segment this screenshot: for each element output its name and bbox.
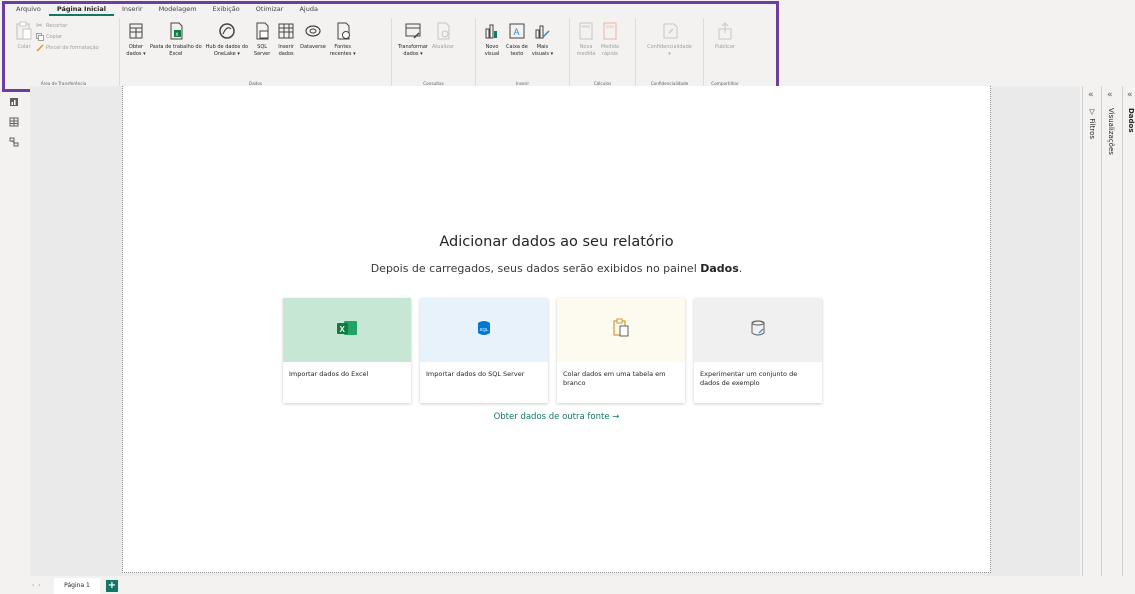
filter-icon: ▽ bbox=[1088, 108, 1096, 119]
shield-icon bbox=[660, 21, 680, 41]
sql-icon: SQL bbox=[476, 319, 492, 341]
database-icon bbox=[126, 21, 146, 41]
svg-text:x: x bbox=[175, 32, 178, 38]
sample-data-card[interactable]: Experimentar um conjunto de dados de exe… bbox=[694, 298, 822, 403]
svg-text:SQL: SQL bbox=[480, 327, 490, 332]
dataverse-icon bbox=[303, 21, 323, 41]
publish-icon bbox=[715, 21, 735, 41]
refresh-icon bbox=[433, 21, 453, 41]
publish-button[interactable]: Publicar bbox=[708, 21, 742, 51]
insert-group: Novo visual A Caixa de texto Mais visuai… bbox=[476, 18, 570, 88]
page-tab[interactable]: Página 1 bbox=[54, 578, 100, 594]
excel-icon: X bbox=[336, 319, 358, 341]
menu-tabs: Arquivo Página Inicial Inserir Modelagem… bbox=[8, 2, 326, 16]
sql-server-button[interactable]: SQL Server bbox=[250, 21, 274, 57]
view-switcher bbox=[6, 92, 22, 147]
queries-group: Transformar dados ▾ Atualizar Consultas bbox=[392, 18, 476, 88]
expand-data-icon[interactable]: « bbox=[1127, 90, 1133, 100]
dataverse-button[interactable]: Dataverse bbox=[298, 21, 328, 51]
transform-icon bbox=[403, 21, 423, 41]
ribbon: Colar ✂ Recortar Copiar Pincel de formata… bbox=[8, 18, 778, 88]
tab-ajuda[interactable]: Ajuda bbox=[291, 2, 325, 16]
tab-exibicao[interactable]: Exibição bbox=[205, 2, 248, 16]
recent-sources-button[interactable]: Fontes recentes ▾ bbox=[328, 21, 358, 57]
add-page-button[interactable]: + bbox=[106, 580, 118, 592]
expand-visualizations-icon[interactable]: « bbox=[1107, 90, 1113, 100]
import-excel-card[interactable]: X Importar dados do Excel bbox=[283, 298, 411, 403]
bar-chart-icon bbox=[482, 21, 502, 41]
empty-state-title: Adicionar dados ao seu relatório bbox=[439, 234, 674, 250]
copy-button[interactable]: Copiar bbox=[36, 33, 99, 41]
tab-inserir[interactable]: Inserir bbox=[114, 2, 151, 16]
excel-workbook-button[interactable]: x Pasta de trabalho do Excel bbox=[148, 21, 204, 57]
refresh-button[interactable]: Atualizar bbox=[430, 21, 456, 51]
clipboard-group: Colar ✂ Recortar Copiar Pincel de formata… bbox=[8, 18, 120, 88]
copy-icon bbox=[36, 33, 44, 41]
report-canvas[interactable]: Adicionar dados ao seu relatório Depois … bbox=[122, 86, 991, 573]
card-header bbox=[694, 298, 822, 362]
import-sql-card[interactable]: SQL Importar dados do SQL Server bbox=[420, 298, 548, 403]
expand-filters-icon[interactable]: « bbox=[1088, 90, 1094, 100]
enter-data-button[interactable]: Inserir dados bbox=[274, 21, 298, 57]
format-painter-button[interactable]: Pincel de formatação bbox=[36, 44, 99, 52]
clipboard-icon bbox=[612, 318, 630, 342]
filters-pane-tab[interactable]: ▽ Filtros bbox=[1088, 108, 1096, 139]
excel-file-icon: x bbox=[166, 21, 186, 41]
onelake-hub-button[interactable]: Hub de dados do OneLake ▾ bbox=[204, 21, 250, 57]
visualizations-pane-tab[interactable]: Visualizações bbox=[1107, 108, 1115, 155]
page-tabs-bar bbox=[0, 578, 1135, 594]
text-box-button[interactable]: A Caixa de texto bbox=[504, 21, 530, 57]
new-visual-button[interactable]: Novo visual bbox=[480, 21, 504, 57]
tab-pagina-inicial[interactable]: Página Inicial bbox=[48, 2, 114, 16]
text-box-icon: A bbox=[507, 21, 527, 41]
table-view-icon[interactable] bbox=[9, 112, 19, 127]
get-data-button[interactable]: Obter dados ▾ bbox=[124, 21, 148, 57]
card-header bbox=[557, 298, 685, 362]
more-visuals-button[interactable]: Mais visuais ▾ bbox=[530, 21, 555, 57]
pane-divider bbox=[1122, 86, 1123, 576]
more-visuals-icon bbox=[532, 21, 552, 41]
card-label: Experimentar um conjunto de dados de exe… bbox=[700, 370, 798, 387]
sample-database-icon bbox=[750, 319, 766, 341]
tab-modelagem[interactable]: Modelagem bbox=[151, 2, 205, 16]
tab-arquivo[interactable]: Arquivo bbox=[8, 2, 49, 16]
data-pane-tab[interactable]: Dados bbox=[1127, 108, 1135, 133]
scissors-icon: ✂ bbox=[36, 21, 43, 30]
cut-button[interactable]: ✂ Recortar bbox=[36, 22, 99, 30]
quick-measure-button[interactable]: Medida rápida bbox=[598, 21, 622, 57]
svg-text:X: X bbox=[340, 325, 346, 334]
report-view-icon[interactable] bbox=[9, 92, 19, 106]
other-source-link[interactable]: Obter dados de outra fonte → bbox=[123, 412, 990, 422]
table-icon bbox=[276, 21, 296, 41]
paste-button[interactable]: Colar bbox=[12, 21, 36, 51]
tab-otimizar[interactable]: Otimizar bbox=[248, 2, 292, 16]
card-header: X bbox=[283, 298, 411, 362]
quick-measure-icon bbox=[600, 21, 620, 41]
model-view-icon[interactable] bbox=[9, 132, 19, 147]
pane-divider bbox=[1082, 86, 1083, 576]
calculator-icon bbox=[576, 21, 596, 41]
share-group: Publicar Compartilhar bbox=[704, 18, 746, 88]
paste-data-card[interactable]: Colar dados em uma tabela em branco bbox=[557, 298, 685, 403]
data-group: Obter dados ▾ x Pasta de trabalho do Exc… bbox=[120, 18, 392, 88]
svg-text:A: A bbox=[513, 27, 519, 37]
empty-state-subtitle: Depois de carregados, seus dados serão e… bbox=[370, 262, 743, 275]
calculations-group: Nova medida Medida rápida Cálculos bbox=[570, 18, 636, 88]
sql-server-icon bbox=[252, 21, 272, 41]
sensitivity-group: Confidencialidade ▾ Confidencialidade bbox=[636, 18, 704, 88]
card-header: SQL bbox=[420, 298, 548, 362]
data-source-cards: X Importar dados do Excel SQL Importar d… bbox=[283, 298, 822, 403]
card-label: Importar dados do Excel bbox=[289, 370, 369, 378]
card-label: Importar dados do SQL Server bbox=[426, 370, 525, 378]
brush-icon bbox=[36, 44, 44, 52]
pane-divider bbox=[1101, 86, 1102, 576]
page-navigation-arrows[interactable]: ‹ › bbox=[32, 582, 41, 589]
onelake-icon bbox=[217, 21, 237, 41]
new-measure-button[interactable]: Nova medida bbox=[574, 21, 598, 57]
transform-data-button[interactable]: Transformar dados ▾ bbox=[396, 21, 430, 57]
sensitivity-button[interactable]: Confidencialidade ▾ bbox=[640, 21, 699, 57]
recent-file-icon bbox=[333, 21, 353, 41]
card-label: Colar dados em uma tabela em branco bbox=[563, 370, 666, 387]
paste-icon bbox=[14, 21, 34, 41]
